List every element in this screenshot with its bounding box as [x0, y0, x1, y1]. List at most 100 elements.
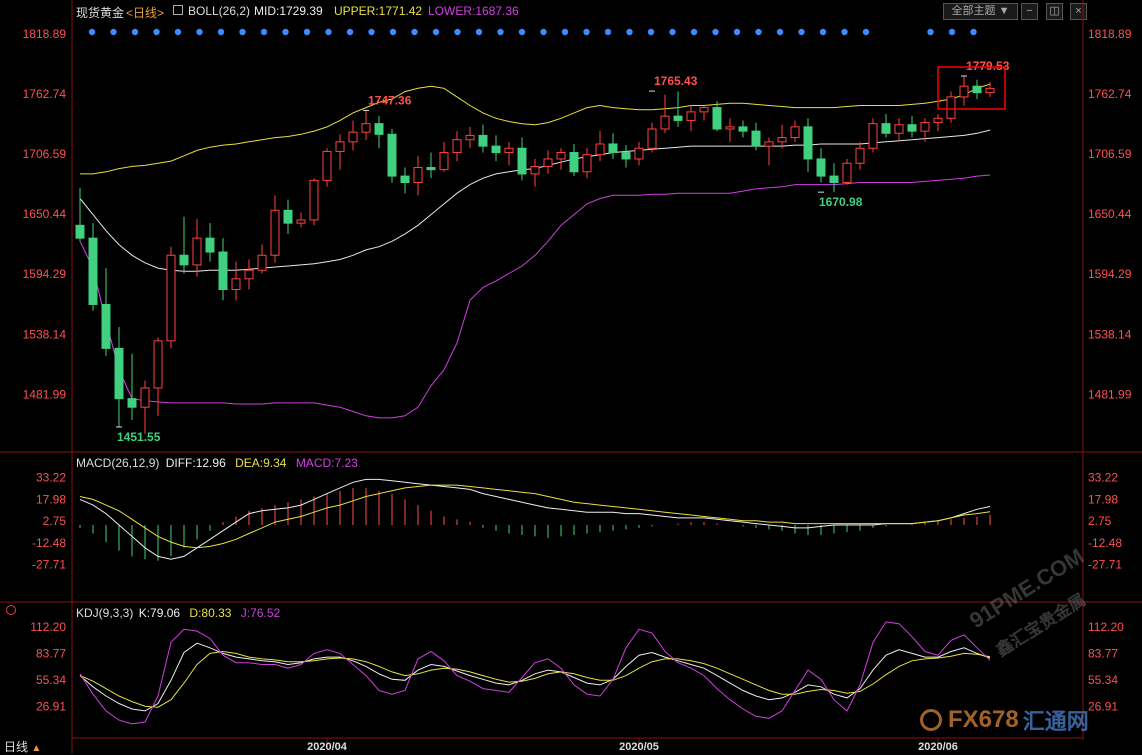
kdj-ytick-right-1: 83.77	[1088, 647, 1118, 661]
signal-dot	[604, 28, 612, 36]
macd-ytick-left-0: 33.22	[36, 471, 66, 485]
candle-body	[426, 167, 436, 171]
signal-dot	[776, 28, 784, 36]
candle-body	[504, 147, 514, 154]
candle-body	[140, 387, 150, 408]
signal-dot	[411, 28, 418, 36]
period-button[interactable]: 日线 ▲	[4, 738, 41, 755]
price-ytick-right-6: 1481.99	[1088, 387, 1132, 401]
candle-body	[374, 123, 384, 135]
fx678-logo-icon	[920, 709, 942, 731]
candle-body	[920, 122, 930, 132]
candle-body	[556, 152, 566, 160]
candle-body	[712, 107, 722, 130]
kdj-ytick-left-3: 26.91	[36, 699, 66, 713]
kdj-j-line	[79, 621, 991, 725]
signal-dot	[927, 28, 934, 36]
candle-body	[790, 126, 800, 139]
signal-dot	[260, 28, 268, 36]
candle-body	[309, 179, 319, 221]
signal-dot	[733, 28, 741, 36]
signal-dot	[239, 28, 246, 36]
signal-dot	[862, 28, 870, 36]
watermark-fx678: FX678 汇通网	[920, 706, 1089, 734]
price-ytick-right-3: 1650.44	[1088, 207, 1132, 221]
candle-body	[387, 133, 397, 177]
candle-body	[777, 137, 787, 143]
candle-body	[244, 269, 254, 280]
candle-body	[985, 87, 995, 94]
candle-body	[88, 237, 98, 305]
candle-body	[634, 147, 644, 160]
candle-body	[803, 126, 813, 160]
macd-ytick-left-4: -27.71	[32, 557, 66, 571]
candle-body	[439, 152, 449, 171]
macd-header: MACD(26,12,9) DIFF:12.96 DEA:9.34 MACD:7…	[76, 456, 358, 470]
signal-dot	[948, 28, 956, 36]
price-ytick-left-6: 1481.99	[23, 387, 67, 401]
price-annotation-2: 1765.43	[654, 74, 698, 88]
candle-body	[738, 126, 748, 132]
signal-dot	[561, 28, 569, 36]
chart-canvas[interactable]: 1818.89 1818.89 1762.74 1762.74 1706.59 1706.…	[0, 0, 1142, 754]
signal-dot	[368, 28, 375, 36]
signal-dot	[282, 28, 289, 36]
candle-body	[595, 143, 605, 156]
x-label-2: 2020/06	[918, 741, 958, 753]
watermark-fx678-text: FX678	[948, 706, 1019, 733]
candle-body	[114, 347, 124, 400]
price-ytick-left-4: 1594.29	[23, 267, 67, 281]
signal-dot	[217, 28, 225, 36]
signal-dot	[841, 28, 848, 36]
signal-dot	[518, 28, 526, 36]
macd-ytick-left-1: 17.98	[36, 492, 66, 506]
price-ytick-left-1: 1762.74	[23, 87, 67, 101]
candle-body	[335, 141, 345, 152]
candle-body	[660, 115, 670, 130]
candle-body	[530, 165, 540, 175]
macd-ytick-left-3: -12.48	[32, 536, 66, 550]
candle-body	[348, 131, 358, 143]
signal-dot	[819, 28, 827, 36]
candle-body	[907, 124, 917, 132]
candle-body	[946, 96, 956, 119]
price-ytick-right-5: 1538.14	[1088, 327, 1132, 341]
signal-dot	[88, 28, 96, 36]
x-label-0: 2020/04	[307, 741, 348, 753]
macd-ytick-left-2: 2.75	[43, 514, 67, 528]
price-ytick-right-4: 1594.29	[1088, 267, 1132, 281]
candle-body	[75, 224, 85, 239]
candle-body	[478, 134, 488, 147]
candle-body	[881, 123, 891, 134]
boll-lower-line	[79, 174, 991, 419]
signal-dot	[970, 28, 977, 36]
price-ytick-left-2: 1706.59	[23, 147, 67, 161]
kdj-ytick-right-3: 26.91	[1088, 699, 1118, 713]
candle-body	[179, 254, 189, 266]
candle-body	[569, 152, 579, 173]
signal-dot	[712, 28, 719, 36]
kdj-d-value: D:80.33	[189, 606, 232, 620]
kdj-settings-icon[interactable]	[6, 605, 16, 615]
signal-dot	[174, 28, 182, 36]
candle-body	[205, 237, 215, 253]
candle-body	[543, 158, 553, 167]
candle-body	[647, 128, 657, 149]
price-annotation-1: 1747.36	[368, 93, 412, 107]
candle-body	[751, 130, 761, 147]
signal-dot	[690, 28, 698, 36]
candle-body	[270, 209, 280, 256]
signal-dot	[497, 28, 504, 36]
candle-body	[582, 154, 592, 173]
macd-diff-line	[79, 478, 991, 560]
candle-body	[816, 158, 826, 177]
price-ytick-right-0: 1818.89	[1088, 27, 1132, 41]
signal-dot	[303, 28, 311, 36]
candle-body	[673, 115, 683, 121]
signal-dot	[647, 28, 655, 36]
candle-body	[153, 340, 163, 389]
candle-body	[621, 152, 631, 160]
price-annotation-4: 1779.53	[966, 59, 1010, 73]
price-annotation-3: 1670.98	[819, 195, 863, 209]
candle-body	[686, 111, 696, 121]
